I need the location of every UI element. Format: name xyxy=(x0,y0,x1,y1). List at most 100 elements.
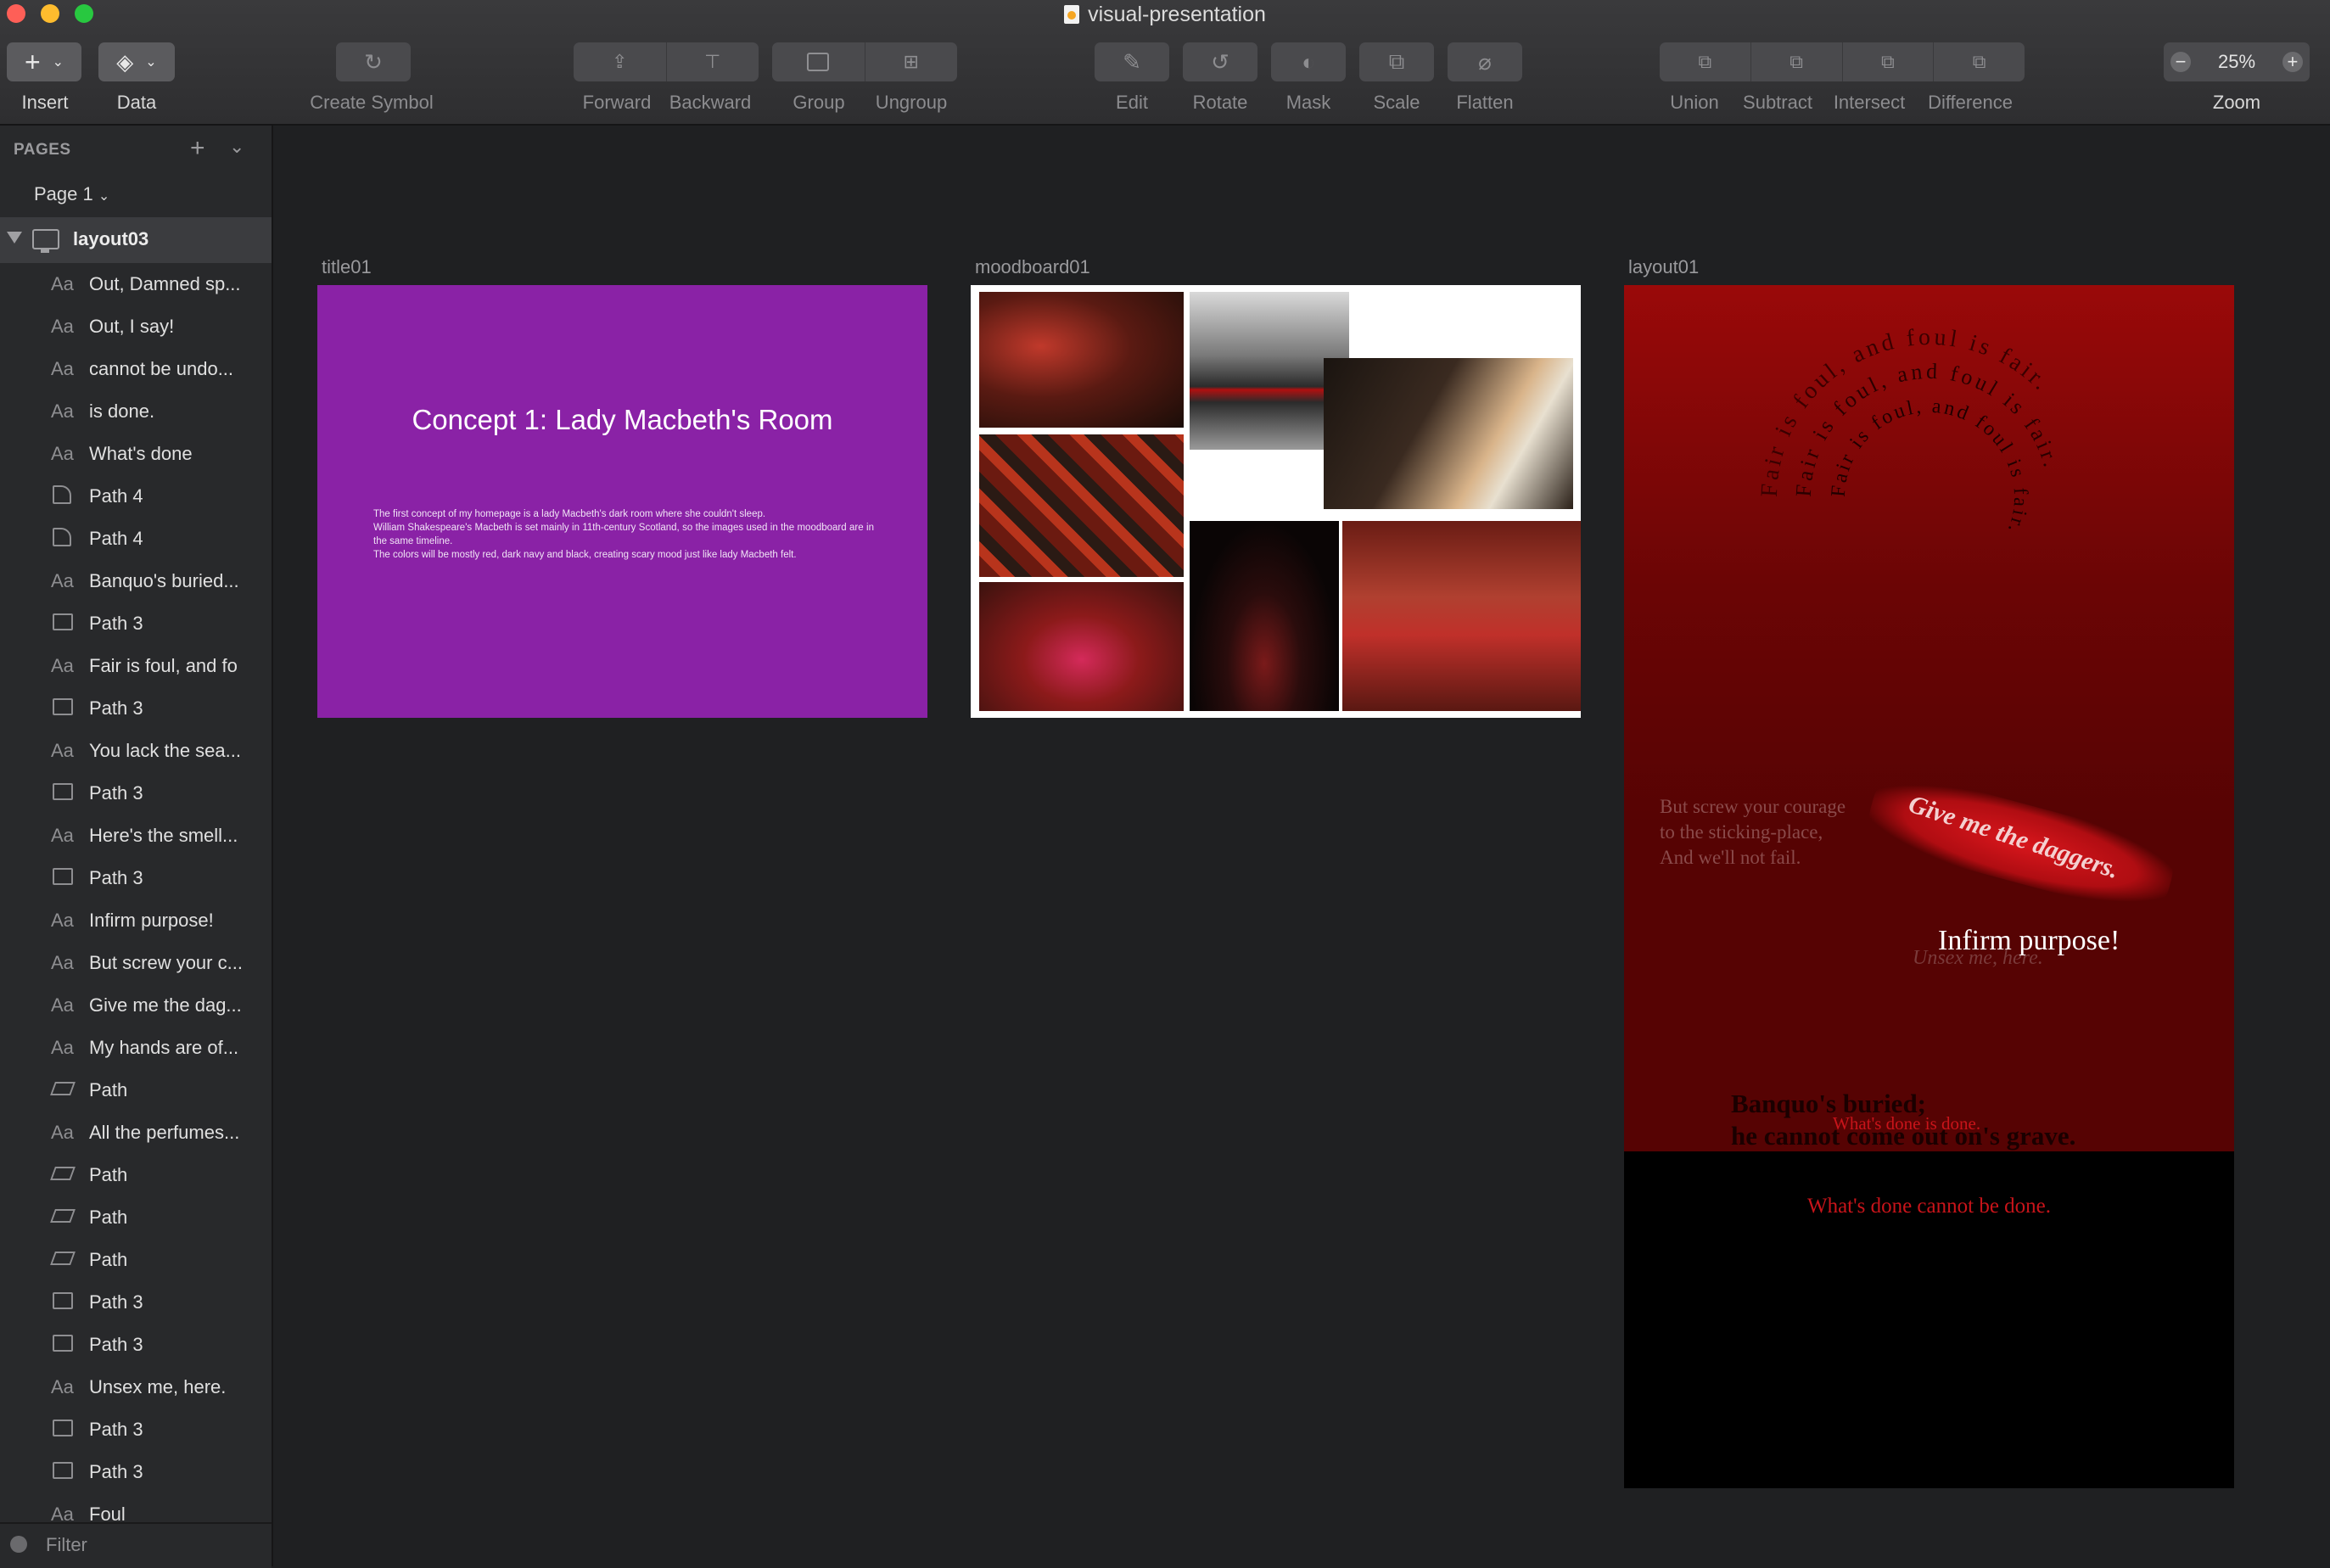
union-button[interactable]: ⧉ xyxy=(1660,42,1751,81)
layer-row[interactable]: Path 3 xyxy=(0,1281,272,1324)
layer-row[interactable]: Path 4 xyxy=(0,475,272,518)
intersect-icon: ⧉ xyxy=(1881,51,1895,72)
infirm-quote: Infirm purpose! xyxy=(1938,925,2120,956)
layer-name: My hands are of... xyxy=(89,1037,239,1058)
layer-row[interactable]: Path 3 xyxy=(0,1408,272,1451)
refresh-icon: ↻ xyxy=(364,48,383,75)
edit-button[interactable]: ✎ xyxy=(1095,42,1169,81)
layer-row[interactable]: Path 4 xyxy=(0,518,272,560)
zoom-out-icon[interactable]: − xyxy=(2170,51,2191,72)
layer-row[interactable]: Path 3 xyxy=(0,1451,272,1493)
pages-header: PAGES xyxy=(14,141,71,159)
shape-layer-icon xyxy=(53,698,73,715)
zoom-in-icon[interactable]: + xyxy=(2282,51,2303,72)
layer-row[interactable]: Aa Fair is foul, and fo xyxy=(0,645,272,687)
layer-name: cannot be undo... xyxy=(89,358,234,379)
shape-layer-icon xyxy=(53,1292,73,1309)
layer-row[interactable]: Path 3 xyxy=(0,687,272,730)
layer-artboard-layout03[interactable]: layout03 xyxy=(0,217,272,263)
edit-icon: ✎ xyxy=(1123,48,1141,75)
insert-button[interactable]: + ⌄ xyxy=(7,42,81,81)
layer-row[interactable]: Path 3 xyxy=(0,857,272,899)
text-layer-icon: Aa xyxy=(51,570,74,591)
backward-label: Backward xyxy=(669,92,752,113)
scale-button[interactable]: ⧉ xyxy=(1359,42,1434,81)
artboard-label-moodboard01[interactable]: moodboard01 xyxy=(975,256,1090,278)
plus-icon: + xyxy=(24,46,41,77)
artboard-label-title01[interactable]: title01 xyxy=(322,256,372,278)
artboard-icon xyxy=(32,229,59,253)
layer-row[interactable]: Aa You lack the sea... xyxy=(0,730,272,772)
layer-row[interactable]: Aa Infirm purpose! xyxy=(0,899,272,942)
layer-row[interactable]: Path 3 xyxy=(0,1324,272,1366)
description-line: William Shakespeare's Macbeth is set mai… xyxy=(373,523,874,546)
courage-line: But screw your courage xyxy=(1660,796,1846,817)
backward-button[interactable]: ⊤ xyxy=(667,42,759,81)
layer-row[interactable]: Path 3 xyxy=(0,602,272,645)
group-button[interactable] xyxy=(772,42,865,81)
layer-row[interactable]: Path xyxy=(0,1069,272,1112)
chevron-down-icon[interactable]: ⌄ xyxy=(229,136,244,158)
add-page-icon[interactable]: + xyxy=(190,134,205,163)
moodboard-photo-red-collage xyxy=(979,434,1184,577)
layer-row[interactable]: Path xyxy=(0,1196,272,1239)
layer-row[interactable]: Aa cannot be undo... xyxy=(0,348,272,390)
edit-label: Edit xyxy=(1116,92,1148,113)
scale-label: Scale xyxy=(1373,92,1420,113)
layer-row[interactable]: Path xyxy=(0,1239,272,1281)
path-layer-icon xyxy=(50,1082,76,1095)
create-symbol-button[interactable]: ↻ xyxy=(336,42,411,81)
artboard-label-layout01[interactable]: layout01 xyxy=(1628,256,1699,278)
whats-done-cannot-be-done: What's done cannot be done. xyxy=(1806,1195,2052,1218)
flatten-button[interactable]: ⌀ xyxy=(1448,42,1522,81)
difference-label: Difference xyxy=(1928,92,2013,113)
whats-done-is-done: What's done is done. xyxy=(1833,1113,1981,1134)
filter-bar[interactable]: Filter xyxy=(0,1522,272,1568)
shape-layer-icon xyxy=(53,783,73,800)
zoom-label: Zoom xyxy=(2212,92,2261,113)
layer-row[interactable]: Aa Here's the smell... xyxy=(0,815,272,857)
swirl-line: Fair is foul, and foul is fair. xyxy=(1828,395,2029,538)
layer-row[interactable]: Aa Out, I say! xyxy=(0,305,272,348)
moodboard-photo-black-bedroom xyxy=(1190,521,1339,711)
layer-row[interactable]: Aa Unsex me, here. xyxy=(0,1366,272,1408)
artboard-moodboard01[interactable] xyxy=(971,285,1581,718)
text-layer-icon: Aa xyxy=(51,655,74,676)
text-layer-icon: Aa xyxy=(51,1376,74,1397)
layer-row[interactable]: Aa What's done xyxy=(0,433,272,475)
chevron-down-icon: ⌄ xyxy=(145,55,157,70)
ungroup-icon: ⊞ xyxy=(903,51,919,72)
artboard-title01[interactable]: Concept 1: Lady Macbeth's Room The first… xyxy=(317,285,927,718)
layer-row[interactable]: Aa Out, Damned sp... xyxy=(0,263,272,305)
difference-button[interactable]: ⧉ xyxy=(1934,42,2025,81)
arrange-segment: ⇪ ⊤ xyxy=(574,42,759,81)
toolbar: visual-presentation + ⌄ Insert ◈ ⌄ Data … xyxy=(0,0,2330,126)
layer-name: Path xyxy=(89,1207,128,1228)
data-button[interactable]: ◈ ⌄ xyxy=(98,42,175,81)
intersect-button[interactable]: ⧉ xyxy=(1843,42,1935,81)
rotate-button[interactable]: ↺ xyxy=(1183,42,1257,81)
path-layer-icon xyxy=(50,1252,76,1265)
ungroup-button[interactable]: ⊞ xyxy=(865,42,958,81)
layer-name: Path xyxy=(89,1079,128,1100)
layer-row[interactable]: Aa Banquo's buried... xyxy=(0,560,272,602)
layer-row[interactable]: Aa is done. xyxy=(0,390,272,433)
layer-row[interactable]: Aa But screw your c... xyxy=(0,942,272,984)
layer-row[interactable]: Path xyxy=(0,1154,272,1196)
artboard-layout01[interactable]: Fair is foul, and foul is fair. Fair is … xyxy=(1624,285,2234,1488)
subtract-icon: ⧉ xyxy=(1790,51,1803,72)
disclosure-triangle-icon[interactable] xyxy=(7,232,22,244)
layer-name: Give me the dag... xyxy=(89,994,242,1016)
page-selector[interactable]: Page 1 ⌄ xyxy=(34,183,109,205)
bring-forward-icon: ⇪ xyxy=(612,51,628,72)
layer-name: Path 3 xyxy=(89,1461,143,1482)
forward-button[interactable]: ⇪ xyxy=(574,42,667,81)
mask-button[interactable]: ◐ xyxy=(1271,42,1346,81)
mask-icon: ◐ xyxy=(1302,48,1315,75)
artboard-name: layout03 xyxy=(73,228,149,249)
subtract-button[interactable]: ⧉ xyxy=(1751,42,1843,81)
layer-row[interactable]: Aa All the perfumes... xyxy=(0,1112,272,1154)
layer-row[interactable]: Path 3 xyxy=(0,772,272,815)
layer-row[interactable]: Aa My hands are of... xyxy=(0,1027,272,1069)
layer-row[interactable]: Aa Give me the dag... xyxy=(0,984,272,1027)
